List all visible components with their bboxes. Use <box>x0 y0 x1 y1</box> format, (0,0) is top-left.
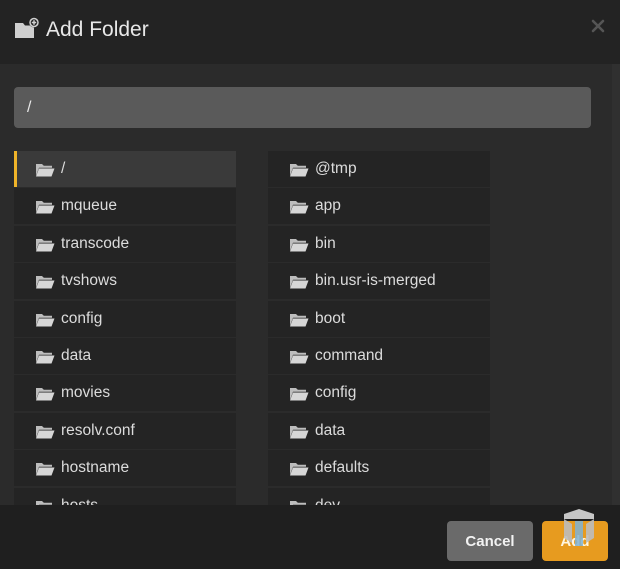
folder-open-icon <box>36 388 55 401</box>
folder-item-label: bin <box>315 234 336 252</box>
folder-open-icon <box>36 201 55 214</box>
folder-item-label: movies <box>61 384 111 402</box>
folder-item-label: boot <box>315 309 346 327</box>
folder-item[interactable]: bin.usr-is-merged <box>268 263 490 300</box>
dialog-title: Add Folder <box>46 18 149 41</box>
dialog-footer: Cancel Add <box>0 505 620 569</box>
folder-item[interactable]: app <box>268 188 490 225</box>
folder-list-left: / mqueue transcode tvshows config data movies r… <box>14 151 236 505</box>
folder-open-icon <box>290 201 309 214</box>
folder-item[interactable]: / <box>14 151 236 187</box>
folder-item[interactable]: command <box>268 337 490 374</box>
folder-open-icon <box>290 388 309 401</box>
folder-open-icon <box>36 463 55 476</box>
folder-item-label: dev <box>315 497 340 505</box>
folder-item-label: transcode <box>61 234 130 252</box>
folder-item[interactable]: transcode <box>14 225 236 262</box>
folder-item[interactable]: tvshows <box>14 263 236 300</box>
folder-item-label: / <box>61 160 66 177</box>
folder-item[interactable]: config <box>268 375 490 412</box>
folder-open-icon <box>36 350 55 364</box>
folder-item[interactable]: defaults <box>268 450 490 487</box>
folder-item-label: mqueue <box>61 197 118 215</box>
folder-plus-icon <box>15 17 39 38</box>
dialog-content: / mqueue transcode tvshows config data movies r… <box>0 64 620 505</box>
close-icon[interactable] <box>590 18 606 34</box>
folder-open-icon <box>290 276 309 289</box>
add-button[interactable]: Add <box>542 521 608 561</box>
folder-item[interactable]: boot <box>268 300 490 337</box>
folder-item-label: hostname <box>61 459 130 477</box>
folder-open-icon <box>36 425 55 439</box>
folder-item[interactable]: bin <box>268 225 490 262</box>
folder-open-icon <box>290 164 309 177</box>
folder-open-icon <box>36 238 55 252</box>
folder-open-icon <box>36 313 55 327</box>
folder-item[interactable]: resolv.conf <box>14 412 236 449</box>
add-folder-dialog: Add Folder / mqueue transcode tvshows config… <box>0 0 620 569</box>
folder-item-label: app <box>315 197 341 215</box>
folder-item-label: defaults <box>315 459 370 477</box>
folder-open-icon <box>36 276 55 289</box>
folder-item-label: config <box>315 384 357 402</box>
cancel-button[interactable]: Cancel <box>447 521 533 561</box>
folder-item[interactable]: hosts <box>14 487 236 505</box>
folder-item-label: bin.usr-is-merged <box>315 272 436 290</box>
folder-list-right: @tmp app bin bin.usr-is-merged boot command co… <box>268 151 490 505</box>
folder-item-label: data <box>315 421 346 439</box>
folder-open-icon <box>290 425 309 439</box>
folder-item[interactable]: hostname <box>14 450 236 487</box>
folder-item-label: data <box>61 346 92 364</box>
folder-item-label: command <box>315 346 384 364</box>
scrollbar[interactable] <box>612 64 620 505</box>
dialog-header: Add Folder <box>0 0 620 64</box>
folder-item[interactable]: mqueue <box>14 188 236 225</box>
folder-item-label: tvshows <box>61 272 117 290</box>
folder-open-icon <box>36 164 55 177</box>
folder-item[interactable]: @tmp <box>268 151 490 187</box>
folder-item[interactable]: dev <box>268 487 490 505</box>
folder-item-label: @tmp <box>315 160 357 177</box>
folder-item-label: config <box>61 309 103 327</box>
folder-item[interactable]: movies <box>14 375 236 412</box>
folder-item[interactable]: config <box>14 300 236 337</box>
folder-open-icon <box>290 350 309 364</box>
folder-item-label: resolv.conf <box>61 421 135 439</box>
folder-open-icon <box>290 238 309 252</box>
folder-item-label: hosts <box>61 497 98 505</box>
path-input[interactable] <box>14 87 591 128</box>
folder-item[interactable]: data <box>14 337 236 374</box>
folder-open-icon <box>290 313 309 327</box>
folder-item[interactable]: data <box>268 412 490 449</box>
folder-open-icon <box>290 463 309 476</box>
